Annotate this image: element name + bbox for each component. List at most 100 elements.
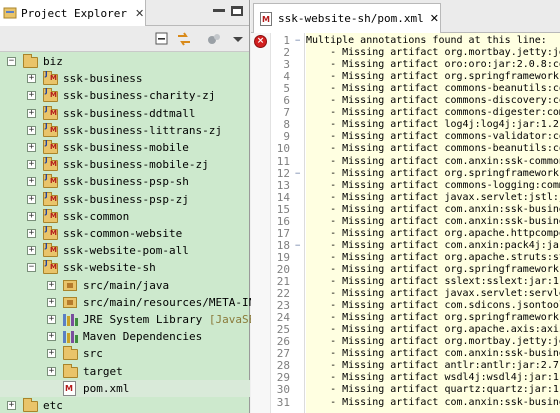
tree-item[interactable]: + J M ssk-business-psp-sh: [0, 173, 250, 190]
tree-item[interactable]: + JRE System Library [JavaSE-1: [0, 311, 268, 328]
link-with-editor-icon[interactable]: [176, 31, 192, 47]
annotation-line: - Missing artifact com.anxin:pack4j:jar:…: [330, 239, 560, 251]
expand-icon[interactable]: +: [47, 332, 56, 342]
collapse-icon[interactable]: −: [7, 57, 16, 66]
tree-item[interactable]: + src: [0, 345, 250, 362]
tree-item-label: ssk-business-psp-sh: [63, 175, 189, 188]
tree-item[interactable]: + src/main/java: [0, 277, 250, 294]
tree-item-label: target: [83, 365, 123, 378]
tree-item-text: biz: [43, 55, 63, 68]
view-menu-icon[interactable]: [230, 31, 246, 47]
tree-item-text: src/main/resources/META-INF: [83, 295, 262, 309]
tab-pom-xml[interactable]: M ssk-website-sh/pom.xml ✕: [253, 3, 441, 33]
focus-icon[interactable]: [206, 31, 222, 47]
annotation-line: - Missing artifact antlr:antlr:jar:2.7.6: [306, 360, 560, 372]
tree-item[interactable]: + J M ssk-business-ddtmall: [0, 105, 250, 122]
expand-icon[interactable]: +: [27, 91, 36, 101]
tree-item-text: Maven Dependencies: [83, 330, 203, 344]
tree-item[interactable]: + J M ssk-website-pom-all: [0, 242, 250, 259]
tree-item[interactable]: + J M ssk-business-charity-zj: [0, 87, 250, 104]
expand-icon[interactable]: +: [27, 125, 36, 135]
tree-item[interactable]: + J M ssk-business-mobile: [0, 139, 250, 156]
minimize-icon[interactable]: [213, 9, 225, 12]
line-number: 16: [276, 214, 290, 228]
annotation-header: Multiple annotations found at this line:: [306, 35, 547, 46]
tree-item-label: ssk-business-ddtmall: [63, 107, 195, 120]
tree-item[interactable]: + J M ssk-common-website: [0, 225, 250, 242]
error-icon[interactable]: ×: [254, 35, 267, 48]
tree-item[interactable]: + Maven Dependencies: [0, 328, 250, 345]
collapse-icon[interactable]: −: [27, 263, 36, 273]
tree-item-label: ssk-business-mobile-zj: [63, 158, 209, 171]
expand-icon[interactable]: +: [27, 211, 36, 221]
tree-item[interactable]: + J M ssk-common: [0, 208, 250, 225]
line-number: 17: [276, 226, 290, 240]
fold-marker-icon[interactable]: −: [295, 168, 300, 180]
editor-body[interactable]: × 1−2 3 4 5 6 7 8 9 10 11 12−13 14 15 16 17 18−19 20 21 22…: [251, 33, 560, 413]
expand-icon[interactable]: +: [27, 143, 36, 152]
expand-icon[interactable]: +: [47, 280, 56, 290]
tab-project-explorer[interactable]: Project Explorer ✕: [0, 0, 146, 26]
line-number: 13: [276, 178, 290, 192]
tab-title: Project Explorer: [21, 6, 127, 20]
editor-tabbar: M ssk-website-sh/pom.xml ✕: [251, 0, 560, 33]
project-icon: JM: [43, 122, 58, 137]
annotation-line: - Missing artifact com.sdicons.jsontools…: [330, 300, 560, 312]
tree-item-text: ssk-business-mobile: [63, 141, 189, 154]
expand-icon[interactable]: +: [27, 229, 36, 238]
tree-item[interactable]: + target: [0, 363, 250, 380]
tree-item[interactable]: + J M ssk-business-mobile-zj: [0, 156, 250, 173]
project-icon: JM: [43, 173, 58, 189]
tree-item-label: etc: [43, 399, 63, 412]
tree-item-text: ssk-website-pom-all: [63, 244, 189, 258]
expand-icon[interactable]: +: [27, 108, 36, 118]
fold-marker-icon[interactable]: −: [295, 240, 300, 252]
annotation-line: - Missing artifact org.springframework:s…: [330, 71, 560, 83]
explorer-toolbar: [0, 26, 249, 52]
tab-title: ssk-website-sh/pom.xml: [278, 12, 424, 25]
project-icon: JM: [43, 225, 58, 240]
tree-item-text: ssk-business-littrans-zj: [63, 123, 222, 137]
fold-marker-icon[interactable]: −: [295, 35, 300, 47]
maven-file-icon: M: [260, 11, 272, 26]
expand-icon[interactable]: +: [27, 177, 36, 187]
annotation-line: - Missing artifact commons-beanutils:com…: [330, 143, 560, 155]
project-icon: JM: [43, 208, 58, 223]
tree-item-label: biz: [43, 55, 63, 68]
close-icon[interactable]: ✕: [135, 7, 144, 20]
tree-item[interactable]: pom.xml: [0, 379, 250, 397]
tree-item[interactable]: + J M ssk-business-psp-zj: [0, 191, 250, 208]
expand-icon[interactable]: +: [7, 401, 16, 410]
annotation-ruler[interactable]: ×: [251, 33, 271, 413]
expand-icon[interactable]: +: [27, 160, 36, 170]
collapse-all-icon[interactable]: [154, 31, 170, 47]
expand-icon[interactable]: +: [27, 194, 36, 204]
expand-icon[interactable]: +: [27, 246, 36, 256]
expand-icon[interactable]: +: [47, 315, 56, 324]
project-explorer-view: Project Explorer ✕ − biz + J M ssk-business + J…: [0, 0, 268, 413]
annotation-line: - Missing artifact javax.servlet:jstl:ja…: [330, 191, 560, 203]
svg-text:M: M: [262, 15, 270, 24]
tree-item[interactable]: − J M ssk-website-sh: [0, 259, 250, 276]
tree-item-text: ssk-website-sh: [63, 261, 156, 275]
tree-item[interactable]: + J M ssk-business: [0, 70, 250, 87]
code-text-area[interactable]: Multiple annotations found at this line:…: [306, 33, 560, 413]
expand-icon[interactable]: +: [47, 297, 56, 307]
tree-item[interactable]: − biz: [0, 53, 250, 70]
annotation-line: - Missing artifact com.anxin:ssk-busines…: [306, 215, 560, 227]
line-number: 30: [276, 383, 290, 397]
tree-item[interactable]: + J M ssk-business-littrans-zj: [0, 122, 250, 139]
close-icon[interactable]: ✕: [430, 12, 439, 25]
expand-icon[interactable]: +: [47, 366, 56, 376]
tree-item[interactable]: + src/main/resources/META-INF: [0, 294, 262, 311]
expand-icon[interactable]: +: [27, 74, 36, 84]
tree-item[interactable]: + etc: [0, 397, 250, 413]
project-explorer-icon: [3, 7, 17, 19]
annotation-line: - Missing artifact commons-logging:commo…: [306, 179, 560, 191]
tree-item-text: etc: [43, 399, 63, 412]
project-icon: JM: [43, 191, 58, 206]
annotation-line: - Missing artifact log4j:log4j:jar:1.2.1…: [306, 119, 560, 131]
expand-icon[interactable]: +: [47, 349, 56, 359]
maximize-icon[interactable]: [231, 6, 243, 16]
annotation-line: - Missing artifact commons-beanutils:com…: [330, 83, 560, 95]
